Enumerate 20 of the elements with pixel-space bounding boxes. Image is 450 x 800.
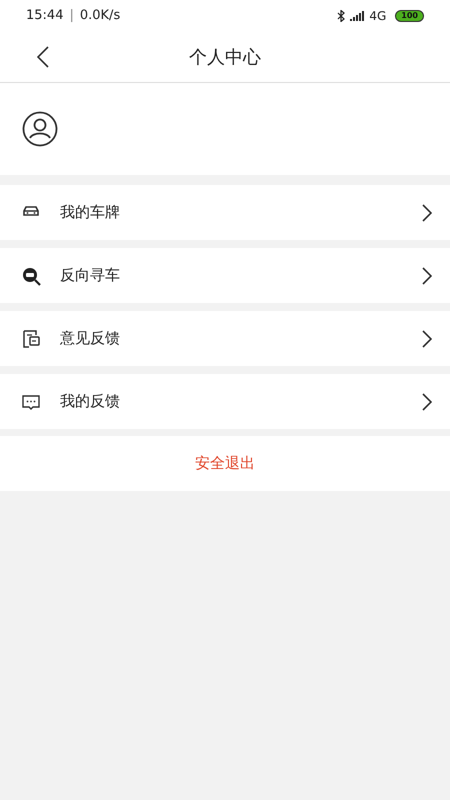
page-title: 个人中心 xyxy=(189,46,261,70)
chevron-right-icon xyxy=(422,330,432,348)
battery-indicator: 100 xyxy=(395,10,424,22)
avatar-icon[interactable] xyxy=(22,111,58,147)
signal-icon xyxy=(350,11,364,21)
back-icon xyxy=(37,46,49,68)
menu-item[interactable]: 意见反馈 xyxy=(0,311,450,366)
status-separator: | xyxy=(69,7,74,26)
network-speed: 0.0K/s xyxy=(80,7,120,26)
search-car-icon xyxy=(20,266,42,286)
menu-item[interactable]: 我的车牌 xyxy=(0,185,450,240)
menu-item[interactable]: 反向寻车 xyxy=(0,248,450,303)
chevron-right-icon xyxy=(422,266,432,284)
menu-item[interactable]: 我的反馈 xyxy=(0,374,450,429)
chevron-right-icon xyxy=(422,392,432,410)
bluetooth-icon xyxy=(337,10,346,22)
chevron-right-icon xyxy=(422,204,432,222)
status-time: 15:44 xyxy=(26,7,64,26)
logout-button[interactable]: 安全退出 xyxy=(0,436,450,491)
network-type: 4G xyxy=(369,8,386,25)
